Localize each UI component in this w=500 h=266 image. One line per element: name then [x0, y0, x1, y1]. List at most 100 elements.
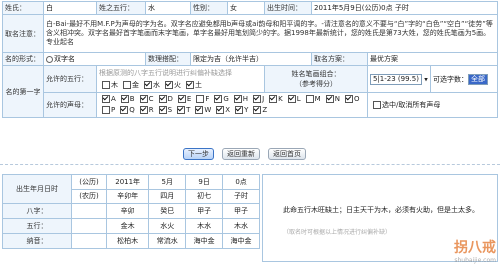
bazi-cell: 水火 — [148, 218, 187, 234]
stroke-combo-label: 姓名笔画组合： （参考得分） — [264, 65, 368, 93]
checkbox-icon — [102, 95, 110, 103]
wuxing-checkbox-group: 木金水火土 — [99, 79, 262, 91]
initials-checkbox-group: A B C D E F G H J K L M N O P Q R S T W X Y Z — [96, 92, 368, 118]
initial-m-checkbox[interactable]: M — [303, 95, 321, 103]
naming-note-label: 取名注意： — [2, 14, 44, 53]
initial-d-checkbox[interactable]: D — [156, 95, 173, 103]
naming-plan-label: 取名方案： — [311, 52, 368, 66]
checkbox-icon — [102, 81, 110, 89]
birth-time-label: 出生时间： — [264, 1, 312, 15]
checkbox-icon — [102, 106, 110, 114]
checkbox-icon — [139, 95, 148, 103]
lunar-label: (农历) — [71, 188, 107, 204]
bazi-cell: 松柏木 — [105, 233, 150, 249]
table-row: 八字： 辛卯 癸巳 甲子 甲子 — [2, 203, 260, 219]
initial-w-checkbox[interactable]: W — [192, 106, 211, 114]
wuxing-水-checkbox[interactable]: 水 — [141, 81, 160, 89]
checkbox-icon — [216, 106, 225, 114]
checkbox-icon — [373, 101, 381, 109]
initial-h-checkbox[interactable]: H — [231, 95, 248, 103]
solar-hour: 0点 — [222, 174, 260, 190]
selectable-count-select[interactable]: 全部 — [468, 73, 488, 85]
watermark-logo: 拐八戒 shubaijie.com — [454, 240, 496, 264]
initial-k-checkbox[interactable]: K — [266, 95, 283, 103]
surname-wuxing-value: 水 — [145, 1, 191, 15]
solar-year: 2011年 — [105, 174, 150, 190]
initial-s-checkbox[interactable]: S — [156, 106, 172, 114]
checkbox-icon — [233, 95, 242, 103]
lunar-hour: 子时 — [222, 188, 260, 204]
checkbox-icon — [287, 95, 296, 103]
wuxing-火-checkbox[interactable]: 火 — [162, 81, 181, 89]
initial-p-checkbox[interactable]: P — [99, 106, 115, 114]
spacer-cell — [71, 203, 107, 219]
chevron-down-icon: ▾ — [424, 75, 428, 83]
analysis-hint: （取名时可根据以上情况进行纠偏补缺） — [283, 229, 392, 236]
row-label: 八字： — [2, 203, 72, 219]
lunar-year: 辛卯年 — [105, 188, 150, 204]
initial-q-checkbox[interactable]: Q — [117, 106, 135, 114]
initial-l-checkbox[interactable]: L — [285, 95, 301, 103]
initial-r-checkbox[interactable]: R — [137, 106, 154, 114]
initial-x-checkbox[interactable]: X — [213, 106, 230, 114]
initial-e-checkbox[interactable]: E — [175, 95, 191, 103]
bazi-rows: 八字： 辛卯 癸巳 甲子 甲子 五行： 金木 水火 木水 木水 纳音： 松柏木 常流水 海中金 海中金 — [2, 203, 260, 249]
checkbox-icon — [139, 106, 148, 114]
initial-j-checkbox[interactable]: J — [250, 95, 264, 103]
wuxing-土-checkbox[interactable]: 土 — [183, 81, 202, 89]
bazi-birth-label: 出生年月日时 — [2, 174, 72, 204]
next-step-button[interactable]: 下一步 — [183, 148, 214, 160]
checkbox-icon — [253, 95, 262, 103]
allowed-wuxing-cell: 根据原测的八字五行说明进行纠偏补缺选择 木金水火土 — [96, 65, 265, 93]
initial-b-checkbox[interactable]: B — [118, 95, 135, 103]
checkbox-icon — [214, 95, 223, 103]
checkbox-icon — [344, 95, 353, 103]
initial-f-checkbox[interactable]: F — [193, 95, 209, 103]
checkbox-icon — [269, 95, 278, 103]
bazi-cell: 海中金 — [222, 233, 260, 249]
initial-y-checkbox[interactable]: Y — [232, 106, 248, 114]
name-form-select[interactable]: 双字名 — [43, 52, 146, 66]
initial-o-checkbox[interactable]: O — [342, 95, 359, 103]
number-match-select[interactable]: 限定为吉（允许半吉） — [190, 52, 312, 66]
lunar-month: 四月 — [148, 188, 187, 204]
bazi-cell: 辛卯 — [105, 203, 150, 219]
allowed-wuxing-label: 允许的五行： — [43, 65, 97, 93]
initial-n-checkbox[interactable]: N — [323, 95, 340, 103]
bazi-cell: 常流水 — [148, 233, 187, 249]
wuxing-hint: 根据原测的八字五行说明进行纠偏补缺选择 — [99, 69, 232, 77]
wuxing-金-checkbox[interactable]: 金 — [120, 81, 139, 89]
checkbox-icon — [120, 106, 129, 114]
bazi-cell: 癸巳 — [148, 203, 187, 219]
initial-a-checkbox[interactable]: A — [99, 95, 116, 103]
bazi-cell: 甲子 — [222, 203, 260, 219]
checkbox-icon — [195, 106, 204, 114]
name-settings-table: 姓氏： 白 姓之五行： 水 性别： 女 出生时间： 2011年5月9日(公历)0… — [2, 1, 498, 118]
naming-note-text: 白-Bai-最好不用M.F.P为声母的字为名。双字名应避免都用b声母或ai韵母和… — [43, 14, 498, 53]
table-row: 五行： 金木 水火 木水 木水 — [2, 218, 260, 234]
initial-z-checkbox[interactable]: Z — [250, 106, 267, 114]
toggle-all-initials[interactable]: 选中/取消所有声母 — [367, 92, 498, 118]
row-label: 五行： — [2, 218, 72, 234]
checkbox-icon — [177, 106, 186, 114]
initial-t-checkbox[interactable]: T — [174, 106, 190, 114]
back-restart-button[interactable]: 返回重新 — [222, 148, 260, 160]
bazi-table: 出生年月日时 (公历) 2011年 5月 9日 0点 (农历) 辛卯年 四月 初… — [2, 174, 260, 249]
stroke-combo-select[interactable]: 5|1-23 (99.5) ▾ — [367, 65, 431, 93]
row-label: 纳音： — [2, 233, 72, 249]
bazi-cell: 木水 — [222, 218, 260, 234]
birth-time-value: 2011年5月9日(公历)0点 子时 — [311, 1, 498, 15]
checkbox-icon — [165, 81, 173, 89]
back-home-button[interactable]: 返回首页 — [268, 148, 306, 160]
checkbox-icon — [177, 95, 186, 103]
naming-plan-select[interactable]: 最优方案 — [367, 52, 498, 66]
initial-g-checkbox[interactable]: G — [211, 95, 229, 103]
analysis-text: 此命五行木旺缺土；日主天干为木，必须有火助，但是土太多。 — [283, 206, 479, 214]
checkbox-icon — [123, 81, 131, 89]
spacer-cell — [71, 218, 107, 234]
surname-value: 白 — [43, 1, 97, 15]
wuxing-木-checkbox[interactable]: 木 — [99, 81, 118, 89]
solar-day: 9日 — [185, 174, 224, 190]
initial-c-checkbox[interactable]: C — [137, 95, 154, 103]
gender-value: 女 — [227, 1, 265, 15]
